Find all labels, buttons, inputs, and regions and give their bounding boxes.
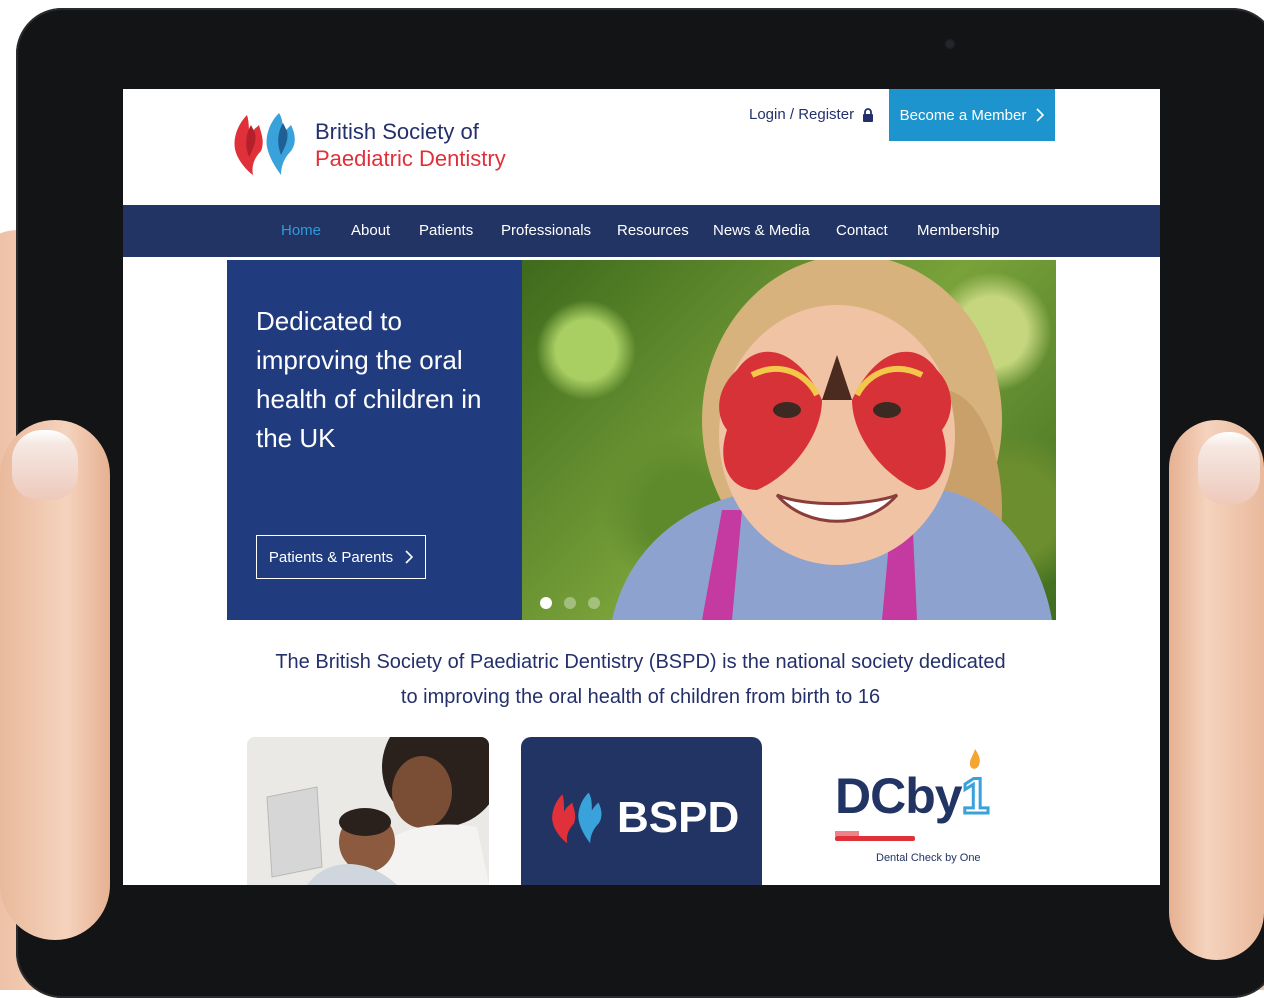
camera-icon <box>944 38 956 50</box>
card-bspd[interactable]: BSPD <box>521 737 762 885</box>
candle-flame-icon <box>969 749 980 769</box>
bspd-card-label: BSPD <box>617 793 740 842</box>
intro-text: The British Society of Paediatric Dentis… <box>275 651 1006 708</box>
lock-icon <box>863 107 874 122</box>
nav-item-patients[interactable]: Patients <box>419 222 473 239</box>
nav-item-about[interactable]: About <box>351 222 390 239</box>
become-member-label: Become a Member <box>899 106 1027 124</box>
login-label: Login / Register <box>749 106 855 123</box>
girl-illustration <box>612 260 1052 620</box>
slider-dot-3[interactable] <box>588 597 600 609</box>
nav-item-news-media[interactable]: News & Media <box>713 222 810 239</box>
hero-panel: Dedicated to improving the oral health o… <box>227 260 522 620</box>
hero-photo-girl-face-paint <box>522 260 1056 620</box>
left-thumbnail <box>12 430 78 500</box>
bspd-logo-icon[interactable] <box>231 111 306 177</box>
toothbrush-icon <box>835 831 915 841</box>
brand-name-line1: British Society of <box>315 119 479 144</box>
card-dcby1[interactable]: DCby1 Dental Check by One <box>823 749 1003 879</box>
card-mother-baby-photo[interactable] <box>247 737 489 885</box>
nav-item-membership[interactable]: Membership <box>917 222 1000 239</box>
slider-dot-2[interactable] <box>564 597 576 609</box>
patients-parents-label: Patients & Parents <box>268 548 394 566</box>
tablet-screen: British Society of Paediatric Dentistry … <box>123 89 1160 885</box>
nav-item-professionals[interactable]: Professionals <box>501 222 591 239</box>
right-thumbnail <box>1198 432 1260 504</box>
hero-headline: Dedicated to improving the oral health o… <box>256 306 482 453</box>
dcby1-logo-text: DCby1 <box>835 767 991 826</box>
dcby1-number: 1 <box>960 767 991 826</box>
login-register-link[interactable]: Login / Register <box>749 106 874 123</box>
dcby1-subtitle: Dental Check by One <box>876 852 981 864</box>
mother-baby-illustration <box>247 737 489 885</box>
become-member-button[interactable]: Become a Member <box>889 89 1055 141</box>
site-header: British Society of Paediatric Dentistry … <box>123 89 1160 203</box>
chevron-right-icon <box>405 550 414 564</box>
main-nav: Home About Patients Professionals Resour… <box>123 205 1160 257</box>
nav-item-resources[interactable]: Resources <box>617 222 689 239</box>
dcby1-label: DCby <box>835 768 963 824</box>
slider-dot-1[interactable] <box>540 597 552 609</box>
bspd-card-logo-icon <box>552 792 602 844</box>
brand-name-line2: Paediatric Dentistry <box>315 146 506 171</box>
nav-item-home[interactable]: Home <box>281 222 321 239</box>
chevron-right-icon <box>1036 108 1045 122</box>
nav-item-contact[interactable]: Contact <box>836 222 888 239</box>
patients-parents-button[interactable]: Patients & Parents <box>256 535 426 579</box>
